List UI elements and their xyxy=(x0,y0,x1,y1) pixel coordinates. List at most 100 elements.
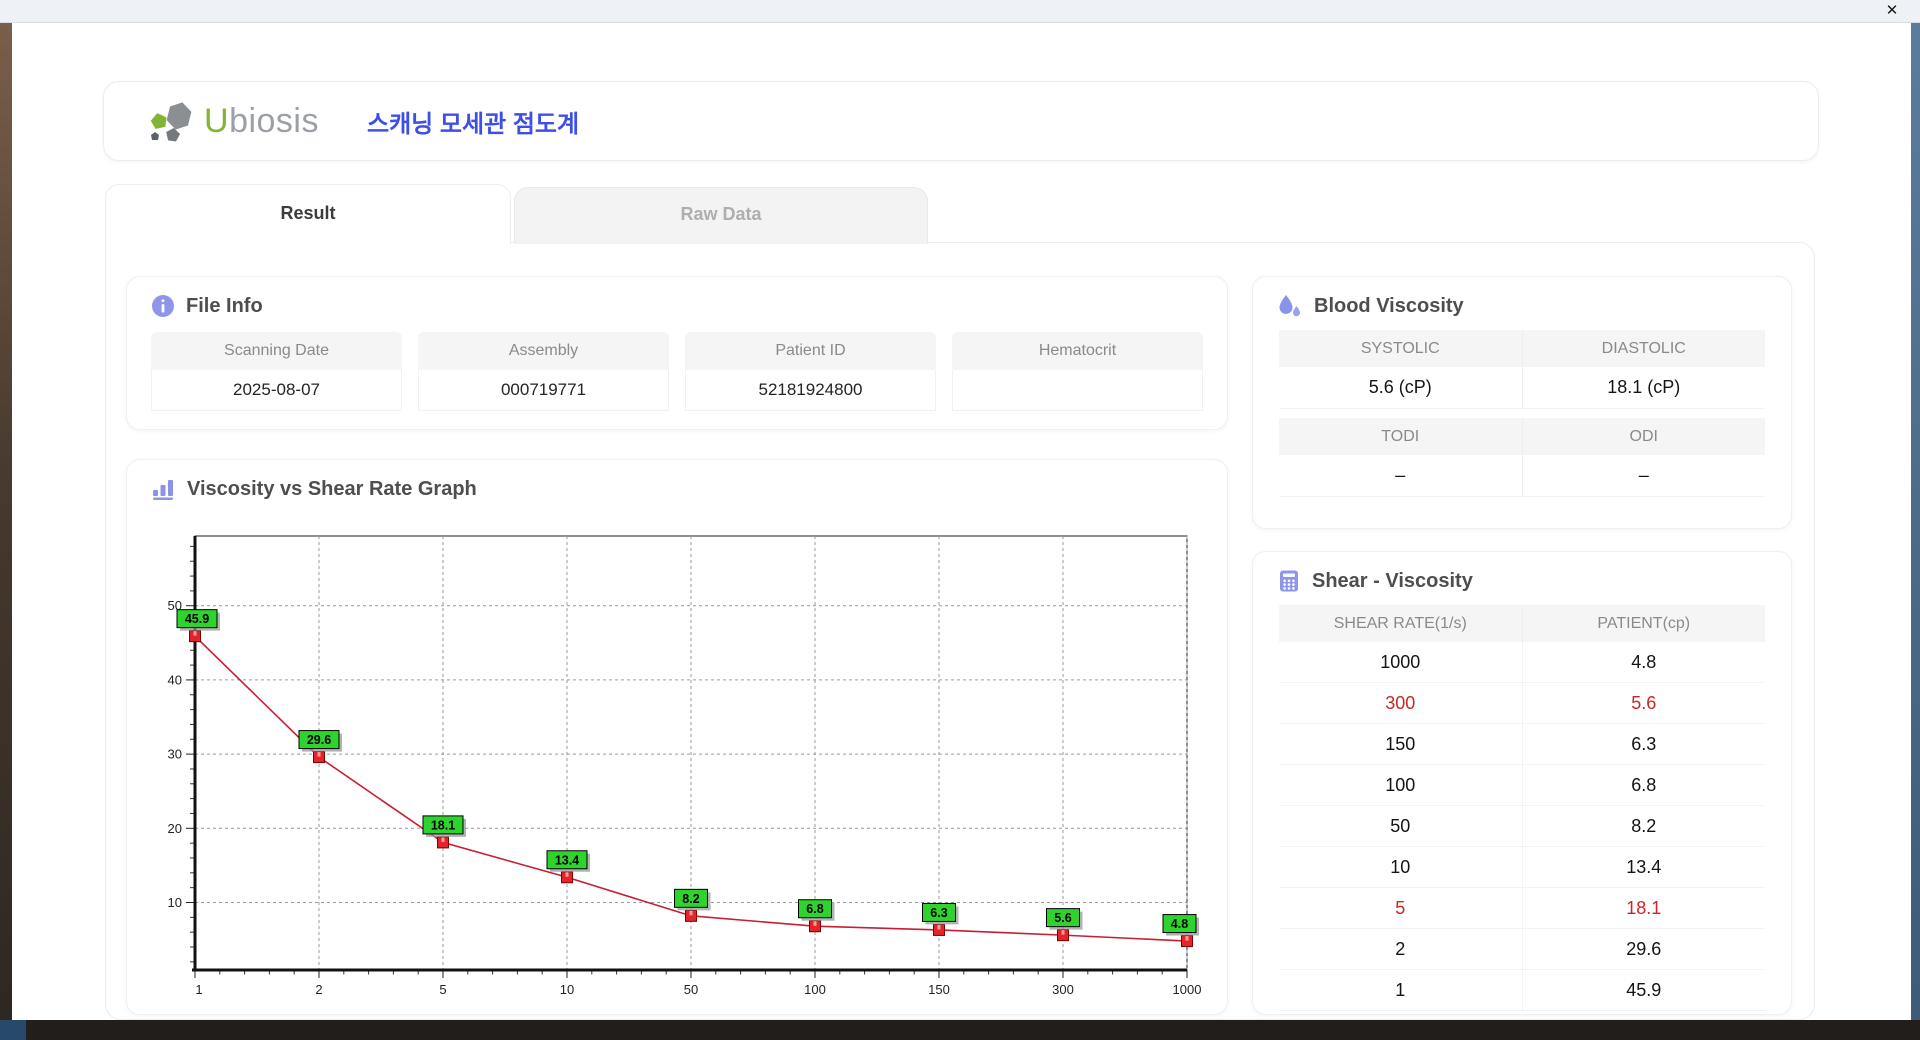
sv-cell-shear-rate: 5 xyxy=(1279,888,1523,928)
file-info-title-row: File Info xyxy=(127,277,1227,328)
page-title: 스캐닝 모세관 점도계 xyxy=(367,110,580,138)
graph-title-row: Viscosity vs Shear Rate Graph xyxy=(127,460,1227,511)
bv-header-systolic: SYSTOLIC xyxy=(1279,330,1523,367)
sv-header-shear-rate: SHEAR RATE(1/s) xyxy=(1279,605,1523,642)
shear-viscosity-card: Shear - Viscosity SHEAR RATE(1/s) PATIEN… xyxy=(1252,551,1792,1015)
sv-cell-shear-rate: 50 xyxy=(1279,806,1523,846)
blood-viscosity-title: Blood Viscosity xyxy=(1314,294,1464,317)
svg-text:18.1: 18.1 xyxy=(431,818,455,832)
shear-table-row: 5 18.1 xyxy=(1279,888,1765,929)
blood-viscosity-table: SYSTOLIC DIASTOLIC 5.6 (cP) 18.1 (cP) TO… xyxy=(1279,330,1765,497)
tab-result[interactable]: Result xyxy=(105,184,511,244)
shear-table-row: 100 6.8 xyxy=(1279,765,1765,806)
shear-table-row: 1000 4.8 xyxy=(1279,642,1765,683)
svg-text:45.9: 45.9 xyxy=(185,612,209,626)
sv-cell-patient: 6.8 xyxy=(1631,775,1657,795)
shear-viscosity-title-row: Shear - Viscosity xyxy=(1253,552,1791,603)
field-label-hematocrit: Hematocrit xyxy=(952,332,1203,370)
svg-text:50: 50 xyxy=(684,982,698,997)
desktop-edge-accent xyxy=(0,1020,26,1040)
graph-card: Viscosity vs Shear Rate Graph 10 20 30 40 50… xyxy=(126,459,1228,1015)
svg-text:5.6: 5.6 xyxy=(1054,911,1071,925)
header-card: Ubiosis 스캐닝 모세관 점도계 xyxy=(103,81,1819,161)
svg-text:300: 300 xyxy=(1052,982,1074,997)
brand-name: Ubiosis xyxy=(204,102,319,141)
field-value-patient-id: 52181924800 xyxy=(685,370,936,411)
svg-text:5: 5 xyxy=(439,982,446,997)
svg-text:30: 30 xyxy=(168,747,182,762)
blood-viscosity-card: Blood Viscosity SYSTOLIC DIASTOLIC 5.6 (… xyxy=(1252,276,1792,529)
sv-cell-shear-rate: 1 xyxy=(1279,970,1523,1010)
sv-cell-patient: 6.3 xyxy=(1631,734,1657,754)
tab-raw-data[interactable]: Raw Data xyxy=(514,187,928,244)
field-value-scanning-date: 2025-08-07 xyxy=(151,370,402,411)
sv-cell-shear-rate: 10 xyxy=(1279,847,1523,887)
window-titlebar xyxy=(0,0,1920,23)
file-info-card: File Info Scanning Date 2025-08-07 Assem… xyxy=(126,276,1228,430)
graph-title: Viscosity vs Shear Rate Graph xyxy=(187,477,477,500)
app-window: ✕ Ubiosis 스캐닝 모세관 점도계 Result Raw Data Fi… xyxy=(0,0,1920,1040)
shear-table-row: 300 5.6 xyxy=(1279,683,1765,724)
desktop-edge-bottom xyxy=(0,1020,1920,1040)
svg-text:1: 1 xyxy=(195,982,202,997)
bar-chart-icon xyxy=(153,480,173,500)
close-icon[interactable]: ✕ xyxy=(1880,0,1904,22)
bv-value-diastolic: 18.1 (cP) xyxy=(1522,367,1765,409)
svg-text:8.2: 8.2 xyxy=(682,892,699,906)
shear-table-row: 150 6.3 xyxy=(1279,724,1765,765)
svg-text:40: 40 xyxy=(168,672,182,687)
sv-cell-patient: 45.9 xyxy=(1626,980,1662,1000)
sv-cell-patient: 4.8 xyxy=(1631,652,1657,672)
svg-text:150: 150 xyxy=(928,982,950,997)
brand-u: U xyxy=(204,101,230,140)
sv-cell-shear-rate: 300 xyxy=(1279,683,1523,723)
sv-cell-shear-rate: 100 xyxy=(1279,765,1523,805)
svg-text:1000: 1000 xyxy=(1173,982,1202,997)
sv-cell-shear-rate: 150 xyxy=(1279,724,1523,764)
svg-text:10: 10 xyxy=(168,895,182,910)
sv-cell-patient: 13.4 xyxy=(1626,857,1662,877)
svg-text:4.8: 4.8 xyxy=(1171,917,1188,931)
svg-text:100: 100 xyxy=(804,982,826,997)
blood-viscosity-title-row: Blood Viscosity xyxy=(1253,277,1791,328)
file-info-col: Scanning Date 2025-08-07 xyxy=(151,332,402,411)
field-label-scanning-date: Scanning Date xyxy=(151,332,402,370)
bv-value-systolic: 5.6 (cP) xyxy=(1279,367,1523,409)
sv-cell-patient: 18.1 xyxy=(1626,898,1662,918)
desktop-edge-left xyxy=(0,22,12,1020)
bv-header-row: TODI ODI xyxy=(1279,418,1765,455)
sv-cell-patient: 8.2 xyxy=(1631,816,1657,836)
shear-table-row: 2 29.6 xyxy=(1279,929,1765,970)
blood-drops-icon xyxy=(1279,295,1300,317)
viscosity-chart-svg: 10203040501 2 5 10 50 100 150 300 100045.929.618… xyxy=(168,535,1202,997)
brand-logo: Ubiosis xyxy=(148,99,319,143)
file-info-col: Hematocrit xyxy=(952,332,1203,411)
bv-value-row: – – xyxy=(1279,455,1765,497)
file-info-col: Assembly 000719771 xyxy=(418,332,669,411)
svg-text:13.4: 13.4 xyxy=(555,853,579,867)
bv-header-row: SYSTOLIC DIASTOLIC xyxy=(1279,330,1765,367)
sv-rows: 1000 4.8 300 5.6 150 6.3 100 6.8 50 8.2 10 13.4 5 18.… xyxy=(1279,642,1765,1011)
svg-text:29.6: 29.6 xyxy=(307,733,331,747)
field-label-patient-id: Patient ID xyxy=(685,332,936,370)
svg-text:6.3: 6.3 xyxy=(930,906,947,920)
file-info-col: Patient ID 52181924800 xyxy=(685,332,936,411)
sv-cell-patient: 29.6 xyxy=(1626,939,1662,959)
info-icon xyxy=(152,295,174,317)
field-value-hematocrit xyxy=(952,370,1203,411)
bv-value-odi: – xyxy=(1522,455,1765,497)
shear-viscosity-table: SHEAR RATE(1/s) PATIENT(cp) 1000 4.8 300 5.… xyxy=(1279,605,1765,1011)
sv-header-patient: PATIENT(cp) xyxy=(1597,615,1691,632)
sv-cell-patient: 5.6 xyxy=(1631,693,1657,713)
bv-header-todi: TODI xyxy=(1279,418,1523,455)
svg-text:2: 2 xyxy=(315,982,322,997)
svg-text:20: 20 xyxy=(168,821,182,836)
bv-value-row: 5.6 (cP) 18.1 (cP) xyxy=(1279,367,1765,409)
sv-cell-shear-rate: 2 xyxy=(1279,929,1523,969)
file-info-title: File Info xyxy=(186,294,263,317)
sv-cell-shear-rate: 1000 xyxy=(1279,642,1523,682)
svg-text:10: 10 xyxy=(560,982,574,997)
ubiosis-logo-icon xyxy=(150,102,192,142)
shear-table-row: 1 45.9 xyxy=(1279,970,1765,1011)
file-info-grid: Scanning Date 2025-08-07 Assembly 000719… xyxy=(127,328,1227,411)
